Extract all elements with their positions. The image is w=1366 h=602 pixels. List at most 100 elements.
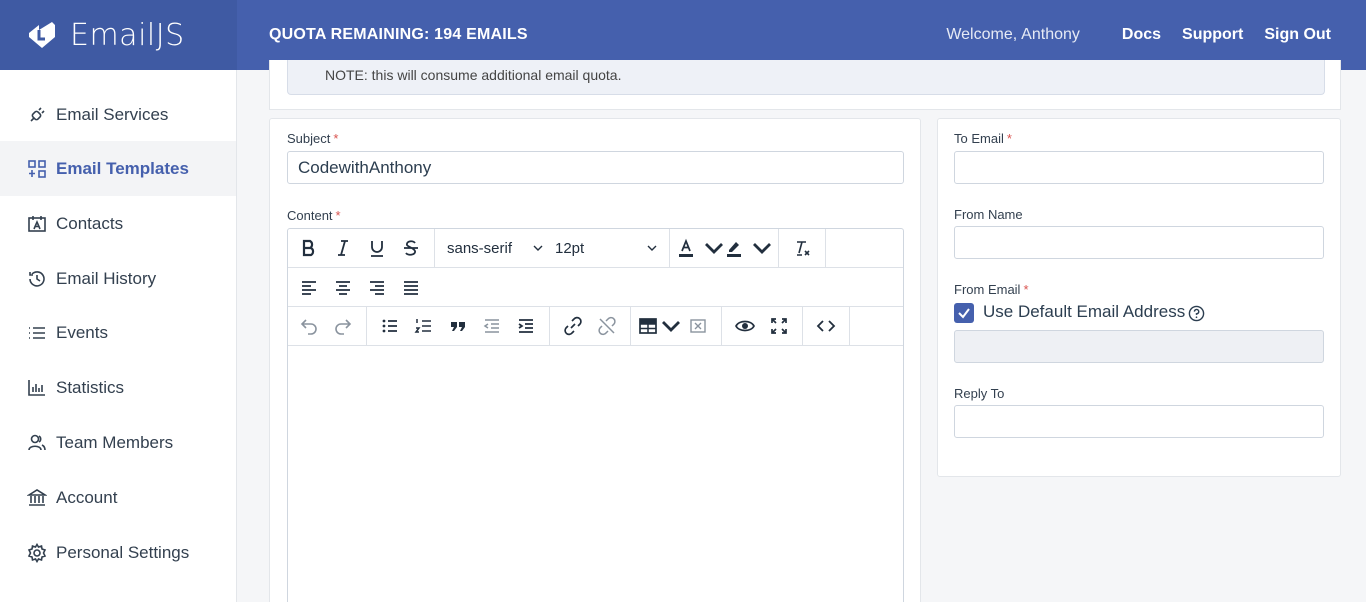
preview-button[interactable] [728, 311, 762, 341]
help-icon[interactable] [1188, 305, 1205, 322]
numbered-list-button[interactable] [407, 311, 441, 341]
rich-text-editor: sans-serif 12pt [287, 228, 904, 602]
editor-toolbar-row-3 [288, 306, 903, 346]
chevron-down-icon [661, 321, 680, 332]
undo-icon [300, 319, 317, 335]
align-center-icon [336, 281, 350, 295]
sidebar-item-email-services[interactable]: Email Services [0, 87, 236, 142]
justify-button[interactable] [394, 272, 428, 302]
bullet-list-button[interactable] [373, 311, 407, 341]
list-icon [27, 323, 47, 343]
underline-icon [371, 241, 383, 257]
chevron-down-icon [647, 245, 657, 251]
table-button[interactable] [637, 311, 681, 341]
underline-button[interactable] [360, 233, 394, 263]
fullscreen-icon [771, 318, 787, 334]
unlink-icon [598, 316, 616, 336]
italic-button[interactable] [326, 233, 360, 263]
app-name: EmailJS [70, 17, 185, 53]
code-group [803, 306, 850, 346]
insert-link-button[interactable] [556, 311, 590, 341]
top-nav: Welcome, Anthony Docs Support Sign Out [946, 26, 1366, 44]
to-email-input[interactable] [954, 151, 1324, 184]
sidebar-item-personal-settings[interactable]: Personal Settings [0, 525, 236, 580]
sidebar-item-events[interactable]: Events [0, 305, 236, 360]
indent-button[interactable] [509, 311, 543, 341]
bold-icon [302, 239, 315, 257]
note-text: NOTE: this will consume additional email… [325, 67, 622, 83]
eye-icon [735, 320, 755, 332]
font-size-select[interactable]: 12pt [549, 233, 663, 263]
sidebar-item-label: Team Members [56, 432, 174, 452]
use-default-email-checkbox[interactable] [954, 303, 974, 323]
templates-icon [27, 159, 47, 179]
bold-button[interactable] [292, 233, 326, 263]
unlink-button[interactable] [590, 311, 624, 341]
delete-table-button[interactable] [681, 311, 715, 341]
sidebar-item-contacts[interactable]: Contacts [0, 196, 236, 251]
reply-to-input[interactable] [954, 405, 1324, 438]
link-group [550, 306, 631, 346]
logo[interactable]: EmailJS [0, 0, 237, 70]
quote-icon [451, 322, 465, 331]
history-group [288, 306, 367, 346]
required-mark: * [1023, 282, 1029, 297]
subject-label-text: Subject [287, 131, 331, 146]
contacts-icon [27, 214, 47, 234]
bullet-list-icon [382, 319, 397, 333]
redo-icon [335, 319, 352, 335]
required-mark: * [1006, 131, 1012, 146]
highlight-color-button[interactable] [724, 233, 772, 263]
from-email-input [954, 330, 1324, 363]
welcome-label: Welcome, [946, 26, 1018, 43]
view-group [722, 306, 803, 346]
text-color-button[interactable] [676, 233, 724, 263]
to-email-label-text: To Email [954, 131, 1004, 146]
align-right-button[interactable] [360, 272, 394, 302]
clear-format-group [779, 228, 826, 268]
blockquote-button[interactable] [441, 311, 475, 341]
sidebar-item-label: Events [56, 322, 108, 342]
sign-out-link[interactable]: Sign Out [1264, 26, 1331, 44]
sidebar-item-label: Email History [56, 268, 157, 288]
support-link[interactable]: Support [1182, 26, 1243, 44]
sidebar-item-team-members[interactable]: Team Members [0, 415, 236, 470]
source-code-button[interactable] [809, 311, 843, 341]
history-icon [27, 269, 47, 289]
sidebar-item-label: Contacts [56, 213, 124, 233]
bank-icon [27, 488, 47, 508]
sidebar-item-email-history[interactable]: Email History [0, 251, 236, 306]
emailjs-logo-icon [29, 22, 55, 48]
font-family-select[interactable]: sans-serif 12pt [435, 228, 670, 268]
code-icon [816, 320, 836, 332]
sidebar-item-statistics[interactable]: Statistics [0, 360, 236, 415]
from-email-label: From Email * [954, 282, 1029, 297]
sidebar-item-email-templates[interactable]: Email Templates [0, 141, 236, 196]
align-right-icon [370, 281, 384, 295]
sidebar-item-account[interactable]: Account [0, 470, 236, 525]
team-icon [27, 433, 47, 453]
chevron-down-icon [533, 245, 543, 251]
font-size-value: 12pt [555, 239, 585, 257]
strikethrough-button[interactable] [394, 233, 428, 263]
sidebar-item-label: Email Services [56, 104, 169, 124]
align-center-button[interactable] [326, 272, 360, 302]
subject-input[interactable]: CodewithAnthony [287, 151, 904, 184]
text-color-icon [679, 238, 693, 257]
from-name-input[interactable] [954, 226, 1324, 259]
content-label-text: Content [287, 208, 333, 223]
outdent-icon [483, 319, 499, 333]
table-icon [638, 318, 657, 334]
sidebar-item-label: Personal Settings [56, 542, 190, 562]
use-default-email-label[interactable]: Use Default Email Address [983, 302, 1185, 322]
outdent-button[interactable] [475, 311, 509, 341]
undo-button[interactable] [292, 311, 326, 341]
redo-button[interactable] [326, 311, 360, 341]
docs-link[interactable]: Docs [1122, 26, 1161, 44]
gear-icon [27, 542, 47, 563]
clear-formatting-button[interactable] [785, 233, 819, 263]
align-left-button[interactable] [292, 272, 326, 302]
editor-body[interactable] [288, 347, 903, 602]
fullscreen-button[interactable] [762, 311, 796, 341]
format-group [288, 228, 435, 268]
